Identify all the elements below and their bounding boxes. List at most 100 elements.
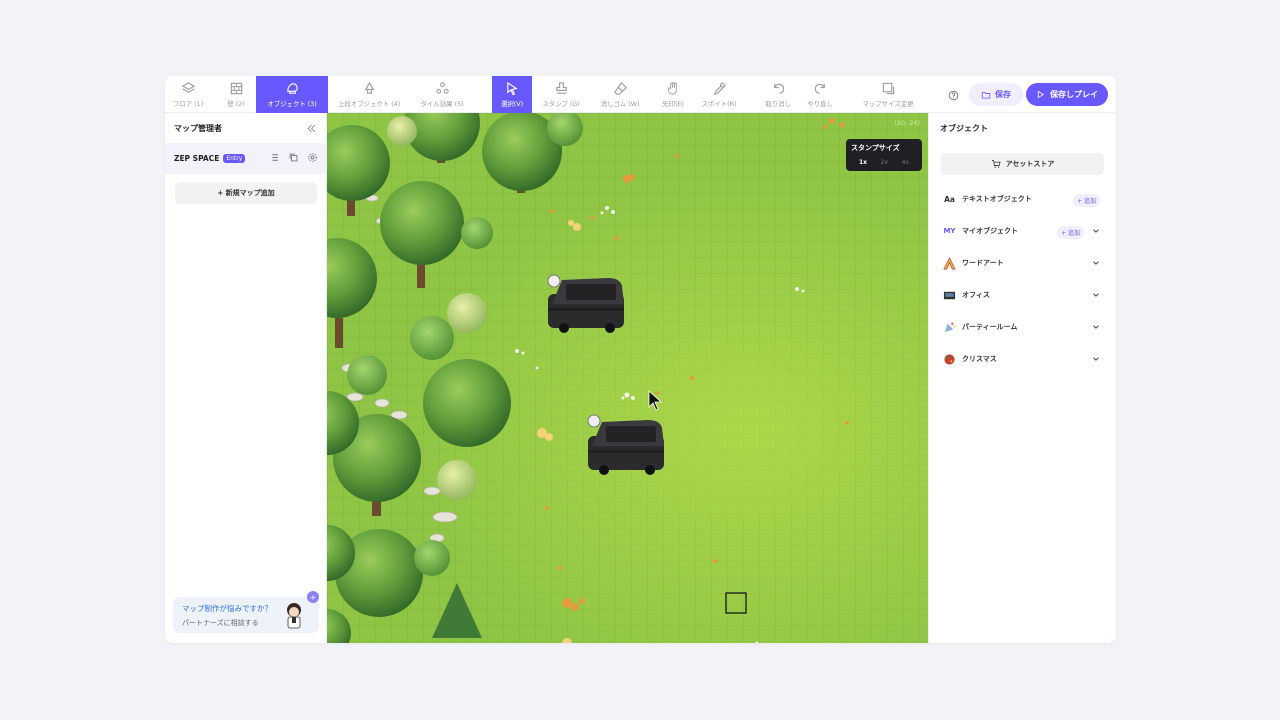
stamp-icon — [555, 82, 567, 94]
tool-floor[interactable]: フロア (1) — [165, 76, 211, 113]
map-manager-title: マップ管理者 — [174, 123, 222, 133]
tool-undo-label: 取り消し — [765, 100, 791, 108]
entry-badge: Entry — [223, 154, 246, 163]
cursor-icon — [506, 81, 518, 96]
mouse-cursor — [648, 390, 663, 411]
upper-object-icon — [364, 81, 374, 94]
tool-hand-label: 矢印(E) — [662, 100, 684, 108]
object-panel-title: オブジェクト — [940, 123, 988, 133]
category-label: オフィス — [962, 291, 990, 299]
help-button[interactable] — [943, 85, 963, 105]
gear-icon[interactable] — [307, 152, 318, 163]
tool-resize-map-label: マップサイズ変更 — [862, 100, 914, 108]
tile-effect-icon — [435, 82, 449, 94]
category-label: パーティールーム — [962, 323, 1018, 331]
tool-eyedropper-label: スポイト(R) — [701, 100, 737, 108]
add-my-object-button[interactable]: + 追加 — [1057, 226, 1084, 239]
stamp-size-4x[interactable]: 4x — [902, 159, 909, 166]
tool-tile-effect[interactable]: タイル効果 (5) — [413, 76, 471, 113]
tool-resize-map[interactable]: マップサイズ変更 — [857, 76, 919, 113]
map-scene — [327, 113, 849, 643]
play-icon — [1037, 90, 1045, 99]
avatar — [287, 603, 301, 629]
save-button-label: 保存 — [995, 90, 1011, 99]
category-office[interactable]: オフィス — [929, 279, 1116, 311]
tool-object-label: オブジェクト (3) — [267, 100, 317, 108]
my-icon: MY — [943, 227, 956, 235]
tool-eraser-label: 消しゴム (W) — [600, 100, 640, 108]
tool-eraser[interactable]: 消しゴム (W) — [593, 76, 647, 113]
tool-select-label: 選択(V) — [500, 100, 524, 108]
space-name: ZEP SPACE — [174, 154, 220, 163]
eraser-icon — [613, 82, 627, 95]
tool-stamp-label: スタンプ (G) — [542, 100, 580, 108]
chevron-down-icon[interactable] — [1092, 227, 1100, 235]
chevron-down-icon[interactable] — [1092, 355, 1100, 363]
category-my-object[interactable]: MY マイオブジェクト + 追加 — [929, 215, 1116, 247]
car-object-2 — [588, 420, 664, 475]
eyedropper-icon — [713, 82, 726, 96]
chevron-down-icon[interactable] — [1092, 323, 1100, 331]
map-canvas[interactable]: (20, 24) スタンプサイズ 1x 2x 4x — [327, 113, 928, 643]
tool-select[interactable]: 選択(V) — [492, 76, 532, 113]
folder-icon — [981, 91, 991, 99]
map-manager-panel: マップ管理者 ZEP SPACE Entry + 新規マップ追加 マップ制作が悩… — [165, 113, 327, 643]
tile-selection-box — [725, 592, 747, 614]
object-icon — [286, 83, 298, 94]
tool-upper-object[interactable]: 上段オブジェクト (4) — [331, 76, 407, 113]
category-christmas[interactable]: クリスマス — [929, 343, 1116, 375]
tool-undo[interactable]: 取り消し — [761, 76, 795, 113]
object-panel: オブジェクト アセットストア Aa テキストオブジェクト + 追加 MY マイオ… — [928, 113, 1116, 643]
add-text-object-button[interactable]: + 追加 — [1073, 194, 1100, 207]
wordart-icon — [943, 256, 956, 270]
chevron-down-icon[interactable] — [1092, 291, 1100, 299]
text-aa-icon: Aa — [944, 194, 955, 204]
tool-tile-effect-label: タイル効果 (5) — [420, 100, 464, 108]
list-icon[interactable] — [269, 152, 280, 163]
category-party-room[interactable]: パーティールーム — [929, 311, 1116, 343]
hand-icon — [667, 81, 677, 95]
category-label: ワードアート — [962, 259, 1004, 267]
tool-redo[interactable]: やり直し — [803, 76, 837, 113]
tool-redo-label: やり直し — [807, 100, 833, 108]
stamp-size-popup: スタンプサイズ 1x 2x 4x — [846, 139, 922, 171]
office-icon — [943, 289, 956, 302]
cart-icon — [991, 160, 1001, 168]
asset-store-button[interactable]: アセットストア — [941, 153, 1104, 175]
partner-help-banner[interactable]: マップ制作が悩みですか？ パートナーズに相談する + — [173, 591, 319, 633]
tool-eyedropper[interactable]: スポイト(R) — [697, 76, 741, 113]
tool-upper-object-label: 上段オブジェクト (4) — [337, 100, 401, 108]
tree-cluster — [327, 113, 583, 643]
undo-icon — [773, 83, 784, 94]
add-map-button[interactable]: + 新規マップ追加 — [175, 182, 317, 204]
category-label: テキストオブジェクト — [962, 195, 1032, 203]
redo-icon — [814, 83, 825, 94]
tool-object[interactable]: オブジェクト (3) — [256, 76, 328, 113]
stamp-size-title: スタンプサイズ — [851, 144, 900, 152]
chevron-down-icon[interactable] — [1092, 259, 1100, 267]
category-label: クリスマス — [962, 355, 997, 363]
tool-hand[interactable]: 矢印(E) — [655, 76, 691, 113]
toolbar: フロア (1) 壁 (2) オブジェクト (3) 上段オブジェクト (4) タイ… — [165, 76, 1116, 113]
category-label: マイオブジェクト — [962, 227, 1018, 235]
tool-wall[interactable]: 壁 (2) — [214, 76, 258, 113]
coordinate-readout: (20, 24) — [894, 119, 920, 127]
save-and-play-label: 保存しプレイ — [1050, 90, 1098, 99]
save-button[interactable]: 保存 — [969, 83, 1023, 106]
asset-store-label: アセットストア — [1005, 160, 1055, 168]
resize-icon — [882, 82, 894, 95]
stamp-size-2x[interactable]: 2x — [881, 159, 888, 166]
copy-icon[interactable] — [288, 152, 299, 163]
question-icon — [948, 90, 958, 100]
category-wordart[interactable]: ワードアート — [929, 247, 1116, 279]
map-editor-window: フロア (1) 壁 (2) オブジェクト (3) 上段オブジェクト (4) タイ… — [165, 76, 1116, 643]
collapse-icon[interactable] — [306, 123, 317, 134]
tool-wall-label: 壁 (2) — [227, 100, 245, 108]
save-and-play-button[interactable]: 保存しプレイ — [1026, 83, 1108, 106]
category-text-object[interactable]: Aa テキストオブジェクト + 追加 — [929, 183, 1116, 215]
stamp-size-1x[interactable]: 1x — [859, 159, 867, 166]
tool-stamp[interactable]: スタンプ (G) — [537, 76, 585, 113]
space-item[interactable]: ZEP SPACE Entry — [165, 143, 326, 174]
christmas-icon — [943, 353, 956, 366]
map-manager-header: マップ管理者 — [165, 113, 326, 143]
